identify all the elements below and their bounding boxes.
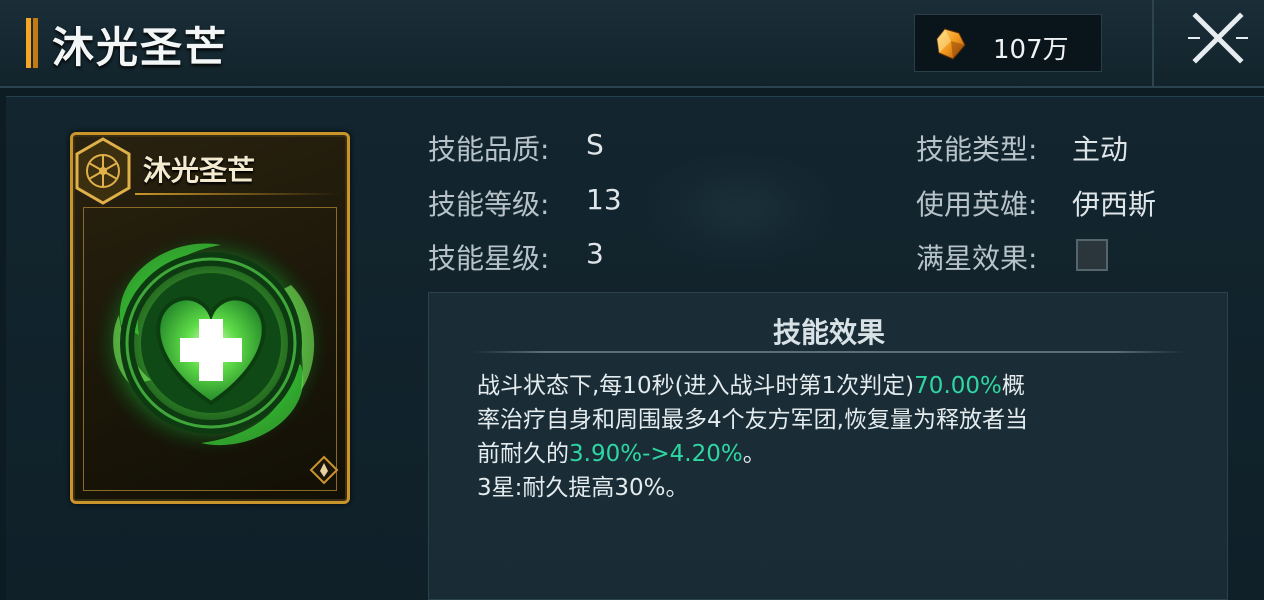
fullstar-label: 满星效果: xyxy=(916,242,1038,275)
top-bar: 沐光圣芒 107万 xyxy=(0,0,1264,88)
star-label: 技能星级: xyxy=(428,242,550,275)
star-value: 3 xyxy=(586,237,604,270)
hero-label: 使用英雄: xyxy=(916,188,1038,221)
currency-display: 107万 xyxy=(914,14,1102,72)
type-label: 技能类型: xyxy=(916,133,1038,166)
rank-badge-icon xyxy=(309,455,339,485)
currency-value: 107万 xyxy=(993,35,1069,65)
gem-icon xyxy=(936,28,966,60)
effect-line-4: 3星:耐久提高30%。 xyxy=(477,475,689,501)
effect-title: 技能效果 xyxy=(772,316,885,349)
header-divider xyxy=(1152,0,1154,88)
close-icon[interactable] xyxy=(1184,4,1252,72)
card-title-underline xyxy=(135,193,341,195)
effect-line-1: 战斗状态下,每10秒(进入战斗时第1次判定)70.00%概 xyxy=(477,369,1193,403)
effect-description: 战斗状态下,每10秒(进入战斗时第1次判定)70.00%概 率治疗自身和周围最多… xyxy=(477,369,1193,505)
level-label: 技能等级: xyxy=(428,188,550,221)
effect-probability: 70.00% xyxy=(914,373,1002,399)
effect-line-1-text: 战斗状态下,每10秒(进入战斗时第1次判定) xyxy=(477,373,915,399)
quality-label: 技能品质: xyxy=(428,133,550,166)
level-value: 13 xyxy=(586,183,622,216)
effect-title-divider xyxy=(473,351,1185,353)
type-value: 主动 xyxy=(1072,133,1129,166)
effect-line-3-tail: 。 xyxy=(742,441,766,467)
effect-heal-ratio: 3.90%->4.20% xyxy=(569,441,743,467)
effect-line-2: 率治疗自身和周围最多4个友方军团,恢复量为释放者当 xyxy=(477,407,1028,433)
fullstar-checkbox[interactable] xyxy=(1076,239,1108,271)
effect-line-1-tail: 概 xyxy=(1001,373,1025,399)
background-glow xyxy=(640,150,840,270)
hero-value: 伊西斯 xyxy=(1072,188,1157,221)
effect-line-3-text: 前耐久的 xyxy=(477,441,569,467)
card-title: 沐光圣芒 xyxy=(143,154,256,187)
title-accent-bar xyxy=(26,18,38,68)
skill-card: 沐光圣芒 xyxy=(70,132,350,504)
quality-value: S xyxy=(586,128,604,161)
effect-line-3: 前耐久的3.90%->4.20%。 xyxy=(477,437,1193,471)
hex-emblem-icon xyxy=(75,137,131,205)
page-title: 沐光圣芒 xyxy=(52,23,229,72)
heart-heal-icon xyxy=(93,231,329,455)
skill-effect-box: 技能效果 战斗状态下,每10秒(进入战斗时第1次判定)70.00%概 率治疗自身… xyxy=(428,292,1228,600)
